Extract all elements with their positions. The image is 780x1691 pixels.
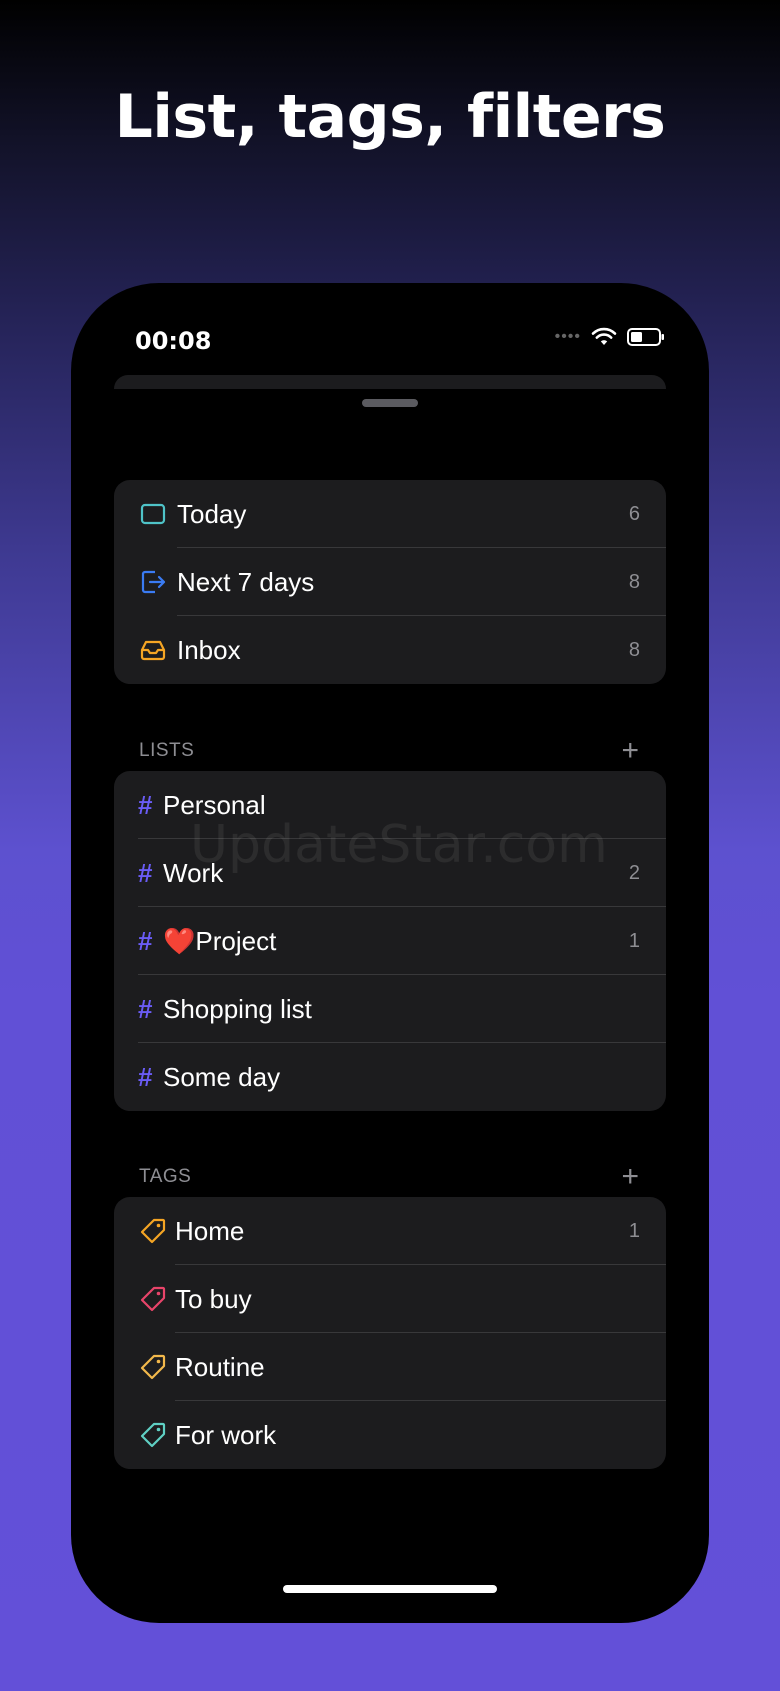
smart-list-inbox[interactable]: Inbox 8 [114,616,666,684]
status-icons: •••• [555,327,665,347]
list-item-work[interactable]: # Work 2 [114,839,666,907]
phone-frame: 00:08 •••• Today 6 Next 7 days 8 Inbox 8… [71,283,709,1623]
wifi-icon [591,327,617,345]
smart-list-label: Today [177,498,247,529]
tags-card: Home 1 To buy Routine For work [114,1197,666,1469]
hash-icon: # [138,789,153,820]
hash-icon: # [138,993,153,1024]
tag-label: For work [175,1419,277,1450]
tag-label: Routine [175,1351,265,1382]
list-count: 2 [628,861,640,884]
list-item-some-day[interactable]: # Some day [114,1043,666,1111]
tag-item-routine[interactable]: Routine [114,1333,666,1401]
cellular-signal-icon: •••• [554,328,581,345]
tag-icon [140,1422,166,1448]
list-label: Personal [163,789,266,820]
sheet-edge [114,375,666,389]
list-label: Some day [163,1061,281,1092]
status-time: 00:08 [135,327,212,355]
inbox-tray-icon [140,637,166,663]
list-label: Shopping list [163,993,312,1024]
add-list-button[interactable]: + [621,736,639,766]
calendar-today-icon [140,501,166,527]
smart-list-next-7-days[interactable]: Next 7 days 8 [114,548,666,616]
tag-item-home[interactable]: Home 1 [114,1197,666,1265]
smart-lists-card: Today 6 Next 7 days 8 Inbox 8 [114,480,666,684]
tag-item-for-work[interactable]: For work [114,1401,666,1469]
tag-label: Home [175,1215,245,1246]
smart-list-label: Inbox [177,634,241,665]
smart-list-label: Next 7 days [177,566,315,597]
list-item-project[interactable]: # ❤️Project 1 [114,907,666,975]
tags-section-title: TAGS [139,1166,192,1187]
tag-icon [140,1354,166,1380]
hash-icon: # [138,925,153,956]
list-label: ❤️Project [163,925,277,956]
smart-list-count: 8 [628,570,640,593]
battery-icon [627,328,664,346]
tag-item-to-buy[interactable]: To buy [114,1265,666,1333]
smart-list-today[interactable]: Today 6 [114,480,666,548]
headline: List, tags, filters [114,82,666,152]
tag-icon [140,1218,166,1244]
list-label: Work [163,857,224,888]
lists-card: # Personal # Work 2 # ❤️Project 1 # Shop… [114,771,666,1111]
list-count: 1 [628,929,640,952]
list-item-shopping-list[interactable]: # Shopping list [114,975,666,1043]
tag-icon [140,1286,166,1312]
arrow-right-box-icon [140,569,166,595]
hash-icon: # [138,1061,153,1092]
add-tag-button[interactable]: + [621,1162,639,1192]
sheet-grabber[interactable] [362,399,418,407]
tag-count: 1 [628,1219,640,1242]
smart-list-count: 6 [628,502,640,525]
hash-icon: # [138,857,153,888]
smart-list-count: 8 [628,638,640,661]
list-item-personal[interactable]: # Personal [114,771,666,839]
lists-section-title: LISTS [139,740,195,761]
tag-label: To buy [175,1283,252,1314]
home-indicator [283,1585,497,1593]
